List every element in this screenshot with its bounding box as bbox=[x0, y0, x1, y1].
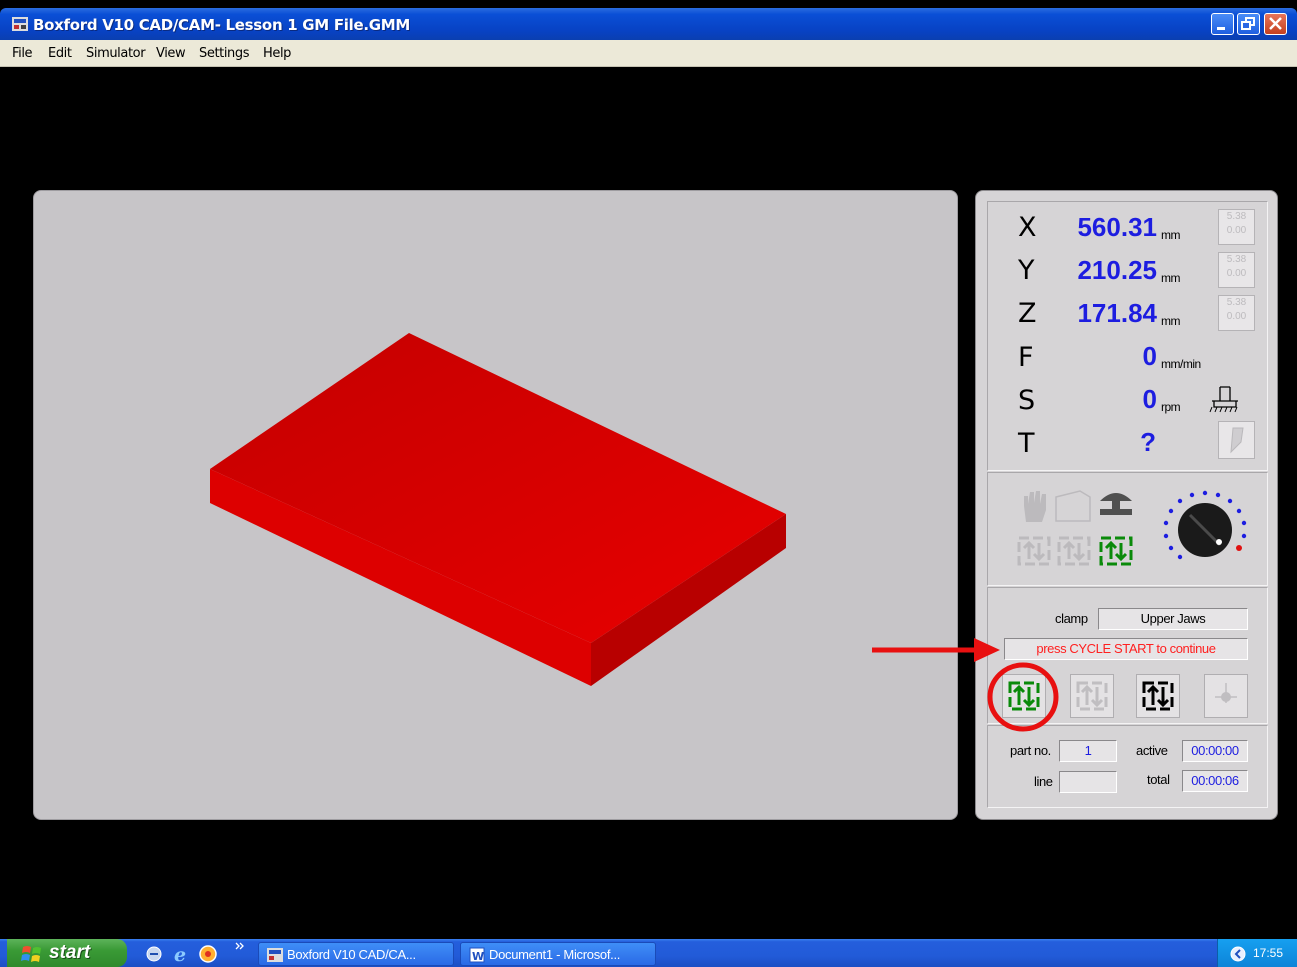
workpiece-block bbox=[210, 333, 786, 686]
active-label: active bbox=[1136, 743, 1168, 758]
line-label: line bbox=[1034, 774, 1053, 789]
spindle-unit: rpm bbox=[1161, 400, 1181, 414]
start-button[interactable]: start bbox=[7, 939, 127, 967]
feed-value: 0 bbox=[1142, 341, 1157, 371]
part-no-label: part no. bbox=[1010, 743, 1051, 758]
clamp-label: clamp bbox=[1055, 611, 1088, 626]
menu-view[interactable]: View bbox=[156, 46, 186, 61]
windows-logo-icon bbox=[21, 946, 41, 962]
active-time-field: 00:00:00 bbox=[1182, 740, 1248, 762]
y-axis-label: Y bbox=[1018, 255, 1035, 286]
window-title: Boxford V10 CAD/CAM- Lesson 1 GM File.GM… bbox=[33, 16, 411, 34]
word-document-icon: W bbox=[469, 947, 485, 963]
y-axis-unit: mm bbox=[1161, 271, 1181, 285]
annotation-arrowhead bbox=[974, 638, 1000, 662]
tray-expand-icon[interactable] bbox=[1230, 946, 1246, 962]
y-zero-button[interactable]: 5.38 0.00 bbox=[1218, 252, 1255, 288]
x-axis-label: X bbox=[1018, 212, 1037, 243]
svg-text:W: W bbox=[472, 950, 484, 963]
cycle-stop-button[interactable] bbox=[1136, 674, 1180, 718]
spindle-value: 0 bbox=[1142, 384, 1157, 414]
start-label: start bbox=[49, 942, 91, 963]
svg-text:e: e bbox=[174, 944, 186, 964]
simulation-viewport[interactable] bbox=[33, 190, 958, 820]
menu-help[interactable]: Help bbox=[263, 46, 291, 61]
total-label: total bbox=[1147, 772, 1170, 787]
menu-edit[interactable]: Edit bbox=[48, 46, 72, 61]
clamp-field: Upper Jaws bbox=[1098, 608, 1248, 630]
feed-label: F bbox=[1018, 342, 1034, 373]
reset-icon bbox=[1215, 683, 1237, 703]
single-block-button[interactable] bbox=[1070, 674, 1114, 718]
boxford-app-icon bbox=[12, 17, 28, 31]
menu-bar: File Edit Simulator View Settings Help bbox=[0, 40, 1297, 67]
menu-file[interactable]: File bbox=[12, 46, 33, 61]
quick-launch-more-icon[interactable] bbox=[234, 941, 246, 953]
cycle-icon-grey-2[interactable] bbox=[1056, 533, 1092, 569]
cycle-stop-icon bbox=[1142, 681, 1174, 711]
single-block-icon bbox=[1076, 681, 1108, 711]
spindle-icon bbox=[1209, 386, 1238, 413]
x-axis-unit: mm bbox=[1161, 228, 1181, 242]
x-axis-value: 560.31 bbox=[1077, 212, 1157, 242]
emergency-stop-icon[interactable] bbox=[1096, 487, 1136, 521]
app-window: Boxford V10 CAD/CAM- Lesson 1 GM File.GM… bbox=[0, 0, 1297, 967]
media-player-icon[interactable] bbox=[198, 944, 218, 964]
taskbar-button-boxford-label: Boxford V10 CAD/CA... bbox=[287, 947, 416, 962]
folder-icon[interactable] bbox=[1054, 489, 1092, 523]
x-zero-button[interactable]: 5.38 0.00 bbox=[1218, 209, 1255, 245]
boxford-task-icon bbox=[267, 948, 283, 962]
z-axis-label: Z bbox=[1018, 298, 1037, 329]
cycle-icon-green[interactable] bbox=[1098, 533, 1134, 569]
annotation-circle bbox=[987, 662, 1059, 732]
taskbar: start e Boxford V10 CAD/CA... W Document… bbox=[0, 939, 1297, 967]
internet-explorer-icon[interactable]: e bbox=[172, 944, 192, 964]
hand-icon[interactable] bbox=[1018, 488, 1050, 524]
annotation-overlay bbox=[872, 638, 1059, 732]
tool-button[interactable] bbox=[1218, 421, 1255, 459]
title-bar[interactable]: Boxford V10 CAD/CAM- Lesson 1 GM File.GM… bbox=[0, 8, 1297, 40]
close-button[interactable] bbox=[1264, 13, 1287, 35]
dro-section: X 560.31 mm 5.38 0.00 Y 210.25 mm 5.38 0.0… bbox=[987, 201, 1268, 471]
z-axis-unit: mm bbox=[1161, 314, 1181, 328]
feed-unit: mm/min bbox=[1161, 357, 1201, 371]
clock: 17:55 bbox=[1253, 946, 1284, 960]
total-time-field: 00:00:06 bbox=[1182, 770, 1248, 792]
z-zero-button[interactable]: 5.38 0.00 bbox=[1218, 295, 1255, 331]
taskbar-button-boxford[interactable]: Boxford V10 CAD/CA... bbox=[258, 942, 454, 966]
taskbar-button-word[interactable]: W Document1 - Microsof... bbox=[460, 942, 656, 966]
show-desktop-icon[interactable] bbox=[145, 945, 163, 963]
z-axis-value: 171.84 bbox=[1077, 298, 1157, 328]
restore-button[interactable] bbox=[1237, 13, 1260, 35]
system-tray: 17:55 bbox=[1217, 939, 1297, 967]
feed-override-knob-icon[interactable] bbox=[1160, 487, 1250, 571]
part-no-field: 1 bbox=[1059, 740, 1117, 762]
line-field bbox=[1059, 771, 1117, 793]
menu-simulator[interactable]: Simulator bbox=[86, 46, 146, 61]
reset-button[interactable] bbox=[1204, 674, 1248, 718]
tool-icon bbox=[1230, 427, 1244, 454]
tool-label: T bbox=[1018, 428, 1035, 459]
tool-value: ? bbox=[1140, 427, 1156, 457]
menu-settings[interactable]: Settings bbox=[199, 46, 250, 61]
minimize-button[interactable] bbox=[1211, 13, 1234, 35]
spindle-label: S bbox=[1018, 385, 1036, 416]
cycle-icon-grey-1[interactable] bbox=[1016, 533, 1052, 569]
y-axis-value: 210.25 bbox=[1077, 255, 1157, 285]
mode-section bbox=[987, 472, 1268, 586]
taskbar-button-word-label: Document1 - Microsof... bbox=[489, 947, 621, 962]
